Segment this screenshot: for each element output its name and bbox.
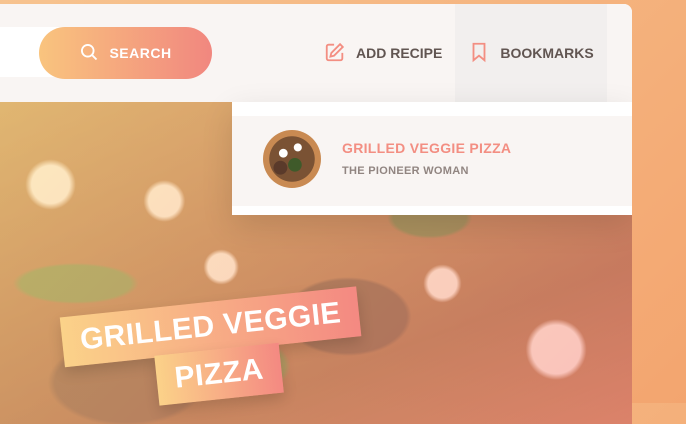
bookmarks-label: BOOKMARKS <box>500 45 594 61</box>
app-container: SEARCH ADD RECIPE BOOKMARKS GRILLED VEGG… <box>0 4 632 424</box>
add-recipe-button[interactable]: ADD RECIPE <box>324 4 442 102</box>
search-button-label: SEARCH <box>109 45 172 61</box>
bookmark-thumbnail <box>263 130 321 188</box>
add-recipe-label: ADD RECIPE <box>356 45 443 61</box>
bookmark-title: GRILLED VEGGIE PIZZA <box>342 140 512 156</box>
bookmark-icon <box>468 41 490 66</box>
bookmarks-button[interactable]: BOOKMARKS <box>455 4 607 102</box>
header: SEARCH ADD RECIPE BOOKMARKS <box>0 4 632 102</box>
bookmark-publisher: THE PIONEER WOMAN <box>342 165 469 177</box>
edit-icon <box>324 41 346 66</box>
bookmarks-dropdown: GRILLED VEGGIE PIZZA THE PIONEER WOMAN <box>232 102 632 215</box>
search-icon <box>79 42 99 65</box>
search-button[interactable]: SEARCH <box>39 27 212 79</box>
bookmark-item[interactable]: GRILLED VEGGIE PIZZA THE PIONEER WOMAN <box>232 116 632 206</box>
